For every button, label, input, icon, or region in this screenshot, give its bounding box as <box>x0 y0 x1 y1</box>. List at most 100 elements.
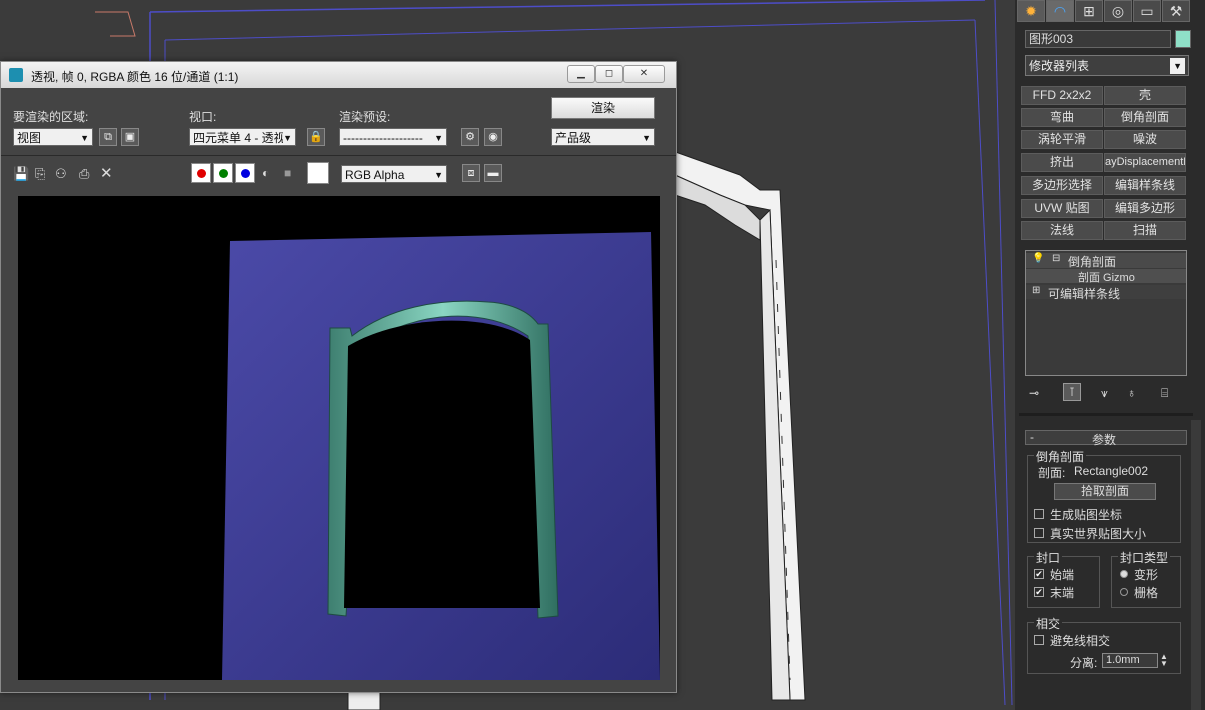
lightbulb-icon[interactable]: 💡 <box>1032 253 1044 264</box>
cap-type-group: 封口类型 变形 栅格 <box>1111 549 1181 608</box>
modifier-button-sweep[interactable]: 扫描 <box>1104 221 1186 240</box>
cap-morph-radio[interactable] <box>1120 570 1128 578</box>
divider <box>1 155 676 156</box>
modify-tab[interactable]: ◠ <box>1046 0 1074 22</box>
profile-value: Rectangle002 <box>1074 464 1149 478</box>
modifier-button-ffd[interactable]: FFD 2x2x2 <box>1021 86 1103 105</box>
modifier-button-poly-select[interactable]: 多边形选择 <box>1021 176 1103 195</box>
viewport-dropdown[interactable]: 四元菜单 4 - 透视 ▼ <box>189 128 296 146</box>
stack-item-label: 倒角剖面 <box>1068 255 1117 269</box>
print-icon[interactable]: ⎙ <box>79 166 89 182</box>
modifier-button-normal[interactable]: 法线 <box>1021 221 1103 240</box>
rendered-image <box>222 232 660 680</box>
modifier-button-edit-poly[interactable]: 编辑多边形 <box>1104 199 1186 218</box>
modifier-button-bend[interactable]: 弯曲 <box>1021 108 1103 127</box>
chevron-down-icon: ▼ <box>642 133 651 143</box>
configure-sets-icon[interactable]: ⌸ <box>1161 386 1168 401</box>
create-icon: ✹ <box>1025 3 1037 19</box>
show-end-result-icon[interactable]: ⊺ <box>1063 383 1081 401</box>
modifier-button-noise[interactable]: 噪波 <box>1104 130 1186 149</box>
stack-item-bevel-profile[interactable]: 💡 ⊟ 倒角剖面 <box>1026 253 1186 269</box>
modifier-button-uvw-map[interactable]: UVW 贴图 <box>1021 199 1103 218</box>
modifier-button-displacement[interactable]: ayDisplacementM <box>1104 153 1186 172</box>
cap-grid-radio[interactable] <box>1120 588 1128 596</box>
clear-icon[interactable]: ✕ <box>100 164 113 182</box>
render-setup-icon[interactable]: ⚙ <box>461 128 479 146</box>
modifier-stack[interactable]: 💡 ⊟ 倒角剖面 剖面 Gizmo ⊞ 可编辑样条线 <box>1025 250 1187 376</box>
modifier-button-bevel-profile[interactable]: 倒角剖面 <box>1104 108 1186 127</box>
cap-morph-label: 变形 <box>1134 568 1159 582</box>
cap-grid-label: 栅格 <box>1134 586 1159 600</box>
chevron-down-icon: ▼ <box>80 133 89 143</box>
object-color-swatch[interactable] <box>1175 30 1191 48</box>
separation-spinner[interactable]: 1.0mm <box>1102 653 1158 668</box>
close-button[interactable]: ✕ <box>623 65 665 83</box>
blue-channel-button[interactable] <box>235 163 255 183</box>
motion-tab[interactable]: ◎ <box>1104 0 1132 22</box>
area-dropdown[interactable]: 视图 ▼ <box>13 128 93 146</box>
collapse-icon[interactable]: ⊟ <box>1052 253 1060 264</box>
red-dot-icon <box>197 169 206 178</box>
spinner-arrows-icon[interactable]: ▲ ▼ <box>1160 653 1168 668</box>
auto-region-icon[interactable]: ▣ <box>121 128 139 146</box>
clone-icon[interactable]: ⚇ <box>55 166 67 182</box>
stack-item-gizmo[interactable]: 剖面 Gizmo <box>1026 269 1186 284</box>
alpha-icon[interactable]: ◐ <box>262 166 269 180</box>
swatch-color[interactable] <box>307 162 329 184</box>
gen-mapping-checkbox[interactable] <box>1034 509 1044 519</box>
chevron-down-icon: ▼ <box>434 129 443 145</box>
channel-dropdown[interactable]: RGB Alpha ▼ <box>341 165 447 183</box>
remove-modifier-icon[interactable]: ♁ <box>1127 386 1136 400</box>
cap-end-checkbox[interactable]: ✔ <box>1034 587 1044 597</box>
preset-label: 渲染预设: <box>339 110 391 124</box>
render-canvas <box>18 196 660 680</box>
mono-icon[interactable]: ■ <box>284 166 291 180</box>
utilities-icon: ⚒ <box>1169 3 1183 19</box>
display-tab[interactable]: ▭ <box>1133 0 1161 22</box>
make-unique-icon[interactable]: ⩛ <box>1101 386 1108 401</box>
save-icon[interactable]: 💾 <box>13 166 29 182</box>
real-world-checkbox[interactable] <box>1034 528 1044 538</box>
maximize-button[interactable]: ◻ <box>595 65 623 83</box>
panel-scrollbar[interactable] <box>1191 420 1201 710</box>
create-tab[interactable]: ✹ <box>1017 0 1045 22</box>
preset-dropdown[interactable]: -------------------- ▼ <box>339 128 447 146</box>
red-channel-button[interactable] <box>191 163 211 183</box>
display-icon[interactable]: ▬ <box>484 164 502 182</box>
object-name-field[interactable]: 图形003 <box>1025 30 1171 48</box>
environment-icon[interactable]: ◉ <box>484 128 502 146</box>
rollout-title: 参数 <box>1092 433 1117 447</box>
cap-start-checkbox[interactable]: ✔ <box>1034 569 1044 579</box>
modifier-button-turbosmooth[interactable]: 涡轮平滑 <box>1021 130 1103 149</box>
modifier-button-edit-spline[interactable]: 编辑样条线 <box>1104 176 1186 195</box>
hierarchy-tab[interactable]: ⊞ <box>1075 0 1103 22</box>
green-channel-button[interactable] <box>213 163 233 183</box>
quality-dropdown[interactable]: 产品级 ▼ <box>551 128 655 146</box>
render-window-title: 透视, 帧 0, RGBA 颜色 16 位/通道 (1:1) <box>31 70 239 84</box>
toggle-ui-icon[interactable]: ⧈ <box>462 164 480 182</box>
group-title: 封口类型 <box>1118 549 1171 566</box>
edit-region-icon[interactable]: ⧉ <box>99 128 117 146</box>
copy-icon[interactable]: ⎘ <box>35 166 45 182</box>
modifier-button-extrude[interactable]: 挤出 <box>1021 153 1103 172</box>
modifier-button-shell[interactable]: 壳 <box>1104 86 1186 105</box>
real-world-label: 真实世界贴图大小 <box>1050 527 1147 541</box>
rollout-collapse-icon: - <box>1030 430 1034 444</box>
area-label: 要渲染的区域: <box>13 110 89 124</box>
lock-icon[interactable]: 🔒 <box>307 128 325 146</box>
pin-stack-icon[interactable]: ⊸ <box>1029 386 1039 400</box>
profile-label: 剖面: <box>1038 466 1066 480</box>
cap-end-label: 末端 <box>1050 586 1075 600</box>
modify-icon: ◠ <box>1053 3 1067 19</box>
minimize-button[interactable]: ▁ <box>567 65 595 83</box>
stack-item-editable-spline[interactable]: ⊞ 可编辑样条线 <box>1026 285 1186 301</box>
utilities-tab[interactable]: ⚒ <box>1162 0 1190 22</box>
render-window-titlebar[interactable]: 透视, 帧 0, RGBA 颜色 16 位/通道 (1:1) ▁ ◻ ✕ <box>1 62 676 88</box>
avoid-intersect-checkbox[interactable] <box>1034 635 1044 645</box>
params-rollout-header[interactable]: - 参数 <box>1025 430 1187 447</box>
render-button[interactable]: 渲染 <box>551 97 655 119</box>
expand-icon[interactable]: ⊞ <box>1032 285 1040 296</box>
group-title: 封口 <box>1034 549 1063 566</box>
pick-profile-button[interactable]: 拾取剖面 <box>1054 483 1156 500</box>
modifier-list-dropdown[interactable]: 修改器列表 ▼ <box>1025 55 1189 76</box>
